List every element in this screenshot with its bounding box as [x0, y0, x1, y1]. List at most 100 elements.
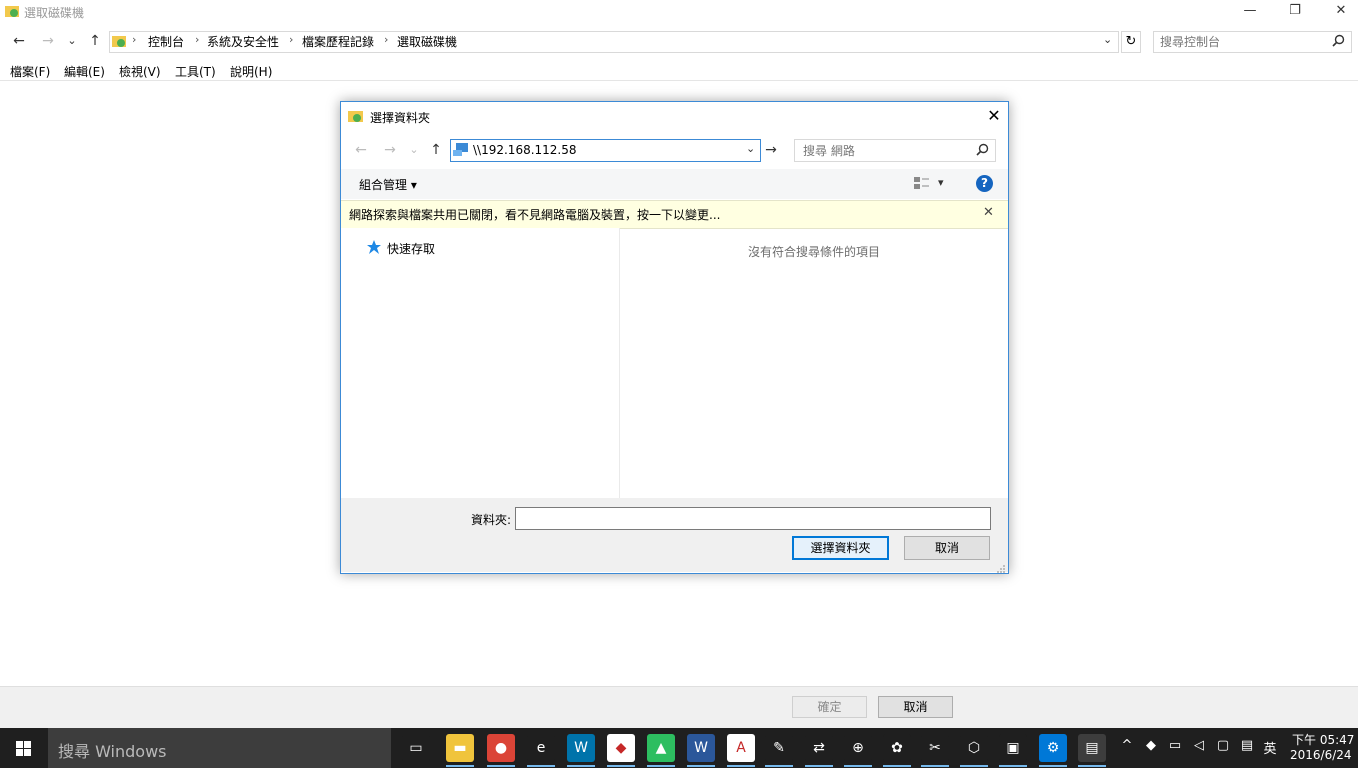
word-icon[interactable]: W — [687, 734, 715, 762]
dropbox-tray-icon[interactable]: ◆ — [1142, 738, 1160, 753]
file-explorer-icon[interactable]: ▬ — [446, 734, 474, 762]
footer-bar — [0, 686, 1358, 729]
infobar-message[interactable]: 網路探索與檔案共用已關閉，看不見網路電腦及裝置，按一下以變更... — [349, 206, 720, 223]
breadcrumb-separator: › — [132, 33, 137, 46]
virtualbox-icon[interactable]: ⬡ — [960, 734, 988, 762]
refresh-button[interactable]: ↻ — [1121, 31, 1141, 53]
menu-file[interactable]: 檔案(F) — [10, 63, 50, 80]
palette-icon[interactable]: ✿ — [883, 734, 911, 762]
go-button[interactable]: → — [762, 140, 780, 160]
ok-button[interactable]: 確定 — [792, 696, 867, 718]
running-indicator — [607, 765, 635, 767]
dialog-title: 選擇資料夾 — [370, 111, 431, 125]
resize-grip-icon[interactable] — [996, 562, 1005, 573]
breadcrumb-separator: › — [195, 33, 200, 46]
remote-desktop-icon[interactable]: ▣ — [999, 734, 1027, 762]
running-indicator — [727, 765, 755, 767]
running-indicator — [647, 765, 675, 767]
infobar-close-icon[interactable]: ✕ — [983, 205, 994, 220]
dialog-search-placeholder: 搜尋 網路 — [803, 144, 855, 158]
search-placeholder: 搜尋控制台 — [1160, 35, 1221, 49]
menu-edit[interactable]: 編輯(E) — [64, 63, 105, 80]
wordpress-icon[interactable]: W — [567, 734, 595, 762]
control-panel-icon[interactable]: ▤ — [1078, 734, 1106, 762]
close-button[interactable]: ✕ — [1318, 0, 1358, 24]
folder-name-input[interactable] — [515, 507, 991, 530]
volume-muted-icon[interactable]: ◁ — [1190, 738, 1208, 753]
battery-icon[interactable]: ▭ — [1166, 738, 1184, 753]
restore-button[interactable]: ❐ — [1272, 0, 1318, 24]
dropbox-icon[interactable]: ◆ — [607, 734, 635, 762]
ime-indicator[interactable]: 英 — [1261, 738, 1279, 757]
running-indicator — [960, 765, 988, 767]
folder-history-icon — [5, 4, 19, 18]
settings-icon[interactable]: ⚙ — [1039, 734, 1067, 762]
task-view-icon[interactable]: ▭ — [402, 734, 430, 762]
up-button[interactable]: ↑ — [85, 31, 105, 51]
tool-icon[interactable]: ✂ — [921, 734, 949, 762]
dialog-forward-button[interactable]: → — [380, 140, 400, 160]
quick-access-item[interactable]: 快速存取 — [387, 240, 435, 257]
running-indicator — [1078, 765, 1106, 767]
acrobat-icon[interactable]: A — [727, 734, 755, 762]
breadcrumb-item-file-history[interactable]: 檔案歷程記錄 — [302, 33, 374, 50]
cancel-button[interactable]: 取消 — [878, 696, 953, 718]
folder-label: 資料夾: — [471, 513, 512, 527]
running-indicator — [844, 765, 872, 767]
search-icon — [1332, 34, 1345, 50]
title-bar — [0, 0, 1358, 24]
menu-tools[interactable]: 工具(T) — [175, 63, 216, 80]
dialog-up-button[interactable]: ↑ — [426, 140, 446, 160]
address-dropdown-icon[interactable]: ⌄ — [1103, 33, 1112, 46]
breadcrumb-item-select-drive[interactable]: 選取磁碟機 — [397, 33, 457, 50]
start-button[interactable] — [0, 728, 48, 768]
running-indicator — [1039, 765, 1067, 767]
organize-menu[interactable]: 組合管理 ▾ — [359, 176, 417, 193]
running-indicator — [687, 765, 715, 767]
chrome-icon[interactable]: ● — [487, 734, 515, 762]
select-folder-button[interactable]: 選擇資料夾 — [792, 536, 889, 560]
window-title: 選取磁碟機 — [24, 6, 85, 20]
paint-icon[interactable]: ✎ — [765, 734, 793, 762]
running-indicator — [883, 765, 911, 767]
breadcrumb-item-system-security[interactable]: 系統及安全性 — [207, 33, 279, 50]
navigation-pane — [341, 228, 620, 498]
clock-time[interactable]: 下午 05:47 — [1292, 731, 1354, 748]
back-button[interactable]: ← — [9, 31, 29, 51]
clock-date[interactable]: 2016/6/24 — [1290, 748, 1352, 762]
network-location-icon — [453, 142, 470, 157]
help-icon[interactable]: ? — [976, 175, 993, 192]
taskbar-search-placeholder: 搜尋 Windows — [58, 742, 167, 761]
minimize-button[interactable]: — — [1227, 0, 1273, 24]
evernote-icon[interactable]: ▲ — [647, 734, 675, 762]
menu-help[interactable]: 說明(H) — [230, 63, 272, 80]
dialog-back-button[interactable]: ← — [351, 140, 371, 160]
control-panel-location-icon — [112, 34, 126, 48]
empty-results-message: 沒有符合搜尋條件的項目 — [748, 245, 881, 259]
dialog-address-dropdown-icon[interactable]: ⌄ — [746, 142, 755, 155]
internet-explorer-icon[interactable]: e — [527, 734, 555, 762]
view-options-icon[interactable] — [914, 176, 930, 190]
running-indicator — [765, 765, 793, 767]
action-center-icon[interactable]: ▤ — [1238, 738, 1256, 753]
show-hidden-icons-icon[interactable]: ^ — [1118, 738, 1136, 753]
breadcrumb-item-control-panel[interactable]: 控制台 — [148, 33, 184, 50]
recent-locations-button[interactable]: ⌄ — [62, 31, 82, 51]
network-tray-icon[interactable]: ▢ — [1214, 738, 1232, 753]
dialog-close-button[interactable]: ✕ — [982, 104, 1006, 128]
star-icon — [367, 240, 381, 254]
network-icon[interactable]: ⇄ — [805, 734, 833, 762]
dialog-toolbar — [341, 169, 1008, 199]
running-indicator — [999, 765, 1027, 767]
running-indicator — [487, 765, 515, 767]
dialog-cancel-button[interactable]: 取消 — [904, 536, 990, 560]
running-indicator — [567, 765, 595, 767]
dialog-search-icon — [976, 143, 989, 159]
dialog-recent-button[interactable]: ⌄ — [404, 140, 424, 160]
view-dropdown-icon[interactable]: ▾ — [938, 176, 944, 189]
forward-button[interactable]: → — [38, 31, 58, 51]
breadcrumb-separator: › — [384, 33, 389, 46]
magnifier-icon[interactable]: ⊕ — [844, 734, 872, 762]
dialog-folder-icon — [348, 109, 363, 123]
menu-view[interactable]: 檢視(V) — [119, 63, 161, 80]
